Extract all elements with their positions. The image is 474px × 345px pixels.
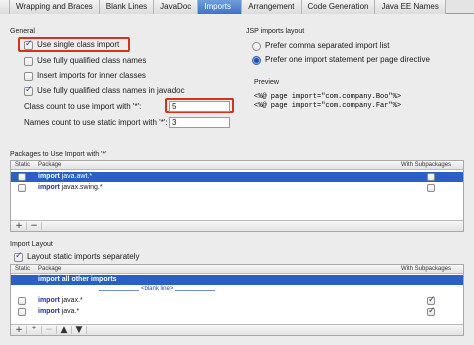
add-package-icon[interactable]: +	[13, 325, 25, 335]
col-with-subpackages: With Subpackages	[401, 162, 452, 168]
tab-bar: Wrapping and Braces Blank Lines JavaDoc …	[0, 0, 474, 14]
table-row[interactable]: import javax.*	[11, 295, 463, 306]
tab-wrapping-and-braces[interactable]: Wrapping and Braces	[10, 0, 100, 14]
use-fully-qualified-label: Use fully qualified class names	[37, 56, 147, 65]
prefer-comma-radio[interactable]	[252, 42, 261, 51]
tab-imports[interactable]: Imports	[198, 0, 243, 14]
col-static: Static	[15, 162, 31, 168]
packages-title: Packages to Use Import with '*'	[10, 151, 107, 158]
row-keyword: import	[38, 173, 60, 180]
row-package: java.*	[61, 308, 80, 315]
col-package: Package	[38, 266, 62, 272]
row-all-other-imports: import all other imports	[38, 276, 117, 283]
import-layout-table-header: Static Package With Subpackages	[11, 265, 463, 274]
names-count-field[interactable]: 3	[169, 117, 230, 128]
insert-imports-inner-checkbox[interactable]	[24, 72, 33, 81]
col-static: Static	[15, 266, 31, 272]
preview-line-1: <%@ page import="com.company.Boo"%>	[254, 93, 402, 101]
move-up-icon[interactable]: ▲	[58, 325, 70, 335]
tab-overflow[interactable]	[0, 0, 10, 14]
tab-code-generation[interactable]: Code Generation	[301, 0, 376, 14]
remove-icon[interactable]: −	[43, 325, 55, 335]
blank-line-separator[interactable]: <blank line>	[98, 286, 217, 292]
use-single-class-import-label: Use single class import	[37, 40, 120, 49]
move-down-icon[interactable]: ▼	[73, 325, 85, 335]
insert-imports-inner-label: Insert imports for inner classes	[37, 71, 146, 80]
general-title: General	[10, 28, 35, 35]
prefer-comma-label: Prefer comma separated import list	[265, 41, 390, 50]
prefer-one-import-radio[interactable]	[252, 56, 261, 65]
class-count-label: Class count to use import with '*':	[24, 102, 142, 111]
row-keyword: import	[38, 184, 60, 191]
toolbar-divider	[26, 326, 27, 334]
tab-java-ee-names[interactable]: Java EE Names	[375, 0, 446, 14]
row-package: javax.*	[61, 297, 83, 304]
toolbar-divider	[26, 222, 27, 230]
preview-line-2: <%@ page import="com.company.Far"%>	[254, 102, 402, 110]
preview-title: Preview	[254, 79, 279, 86]
use-fully-qualified-checkbox[interactable]	[24, 57, 33, 66]
import-layout-toolbar: + ⁺ − ▲ ▼	[11, 324, 463, 335]
use-single-class-import-checkbox[interactable]	[24, 39, 33, 50]
layout-static-label: Layout static imports separately	[27, 252, 140, 261]
col-with-subpackages: With Subpackages	[401, 266, 452, 272]
toolbar-divider	[41, 326, 42, 334]
packages-table-header: Static Package With Subpackages	[11, 161, 463, 170]
add-blank-line-icon[interactable]: ⁺	[28, 325, 40, 335]
row-with-subpackages-checkbox[interactable]	[427, 306, 436, 316]
add-icon[interactable]: +	[13, 221, 25, 231]
packages-table-toolbar: + −	[11, 220, 463, 231]
use-fully-qualified-javadoc-label: Use fully qualified class names in javad…	[37, 86, 185, 95]
toolbar-divider	[71, 326, 72, 334]
row-keyword: import	[38, 297, 60, 304]
layout-static-checkbox[interactable]	[14, 251, 23, 262]
table-row[interactable]: import javax.swing.*	[11, 183, 463, 193]
tab-blank-lines[interactable]: Blank Lines	[99, 0, 155, 14]
row-with-subpackages-checkbox[interactable]	[427, 173, 435, 181]
table-row[interactable]: import java.*	[11, 306, 463, 317]
prefer-one-import-label: Prefer one import statement per page dir…	[265, 55, 430, 64]
table-row[interactable]: import all other imports	[11, 275, 463, 285]
table-row[interactable]: import java.awt.*	[11, 172, 463, 182]
import-layout-table: Static Package With Subpackages import a…	[10, 264, 464, 336]
toolbar-divider	[56, 326, 57, 334]
col-package: Package	[38, 162, 62, 168]
imports-panel: General Use single class import Use full…	[0, 15, 474, 345]
row-keyword: import	[38, 308, 60, 315]
row-with-subpackages-checkbox[interactable]	[427, 295, 436, 305]
jsp-imports-layout-title: JSP imports layout	[246, 28, 305, 35]
toolbar-divider	[86, 326, 87, 334]
toolbar-divider	[41, 222, 42, 230]
row-static-checkbox[interactable]	[18, 308, 26, 316]
tab-javadoc[interactable]: JavaDoc	[154, 0, 199, 14]
row-with-subpackages-checkbox[interactable]	[427, 184, 435, 192]
row-package: javax.swing.*	[61, 184, 103, 191]
row-package: java.awt.*	[61, 173, 93, 180]
packages-table: Static Package With Subpackages import j…	[10, 160, 464, 232]
class-count-field[interactable]: 5	[169, 101, 230, 112]
use-fully-qualified-javadoc-checkbox[interactable]	[24, 85, 33, 96]
tab-arrangement[interactable]: Arrangement	[242, 0, 302, 14]
row-static-checkbox[interactable]	[18, 173, 26, 181]
row-static-checkbox[interactable]	[18, 184, 26, 192]
row-static-checkbox[interactable]	[18, 297, 26, 305]
names-count-label: Names count to use static import with '*…	[24, 118, 168, 127]
import-layout-title: Import Layout	[10, 241, 53, 248]
remove-icon[interactable]: −	[28, 221, 40, 231]
